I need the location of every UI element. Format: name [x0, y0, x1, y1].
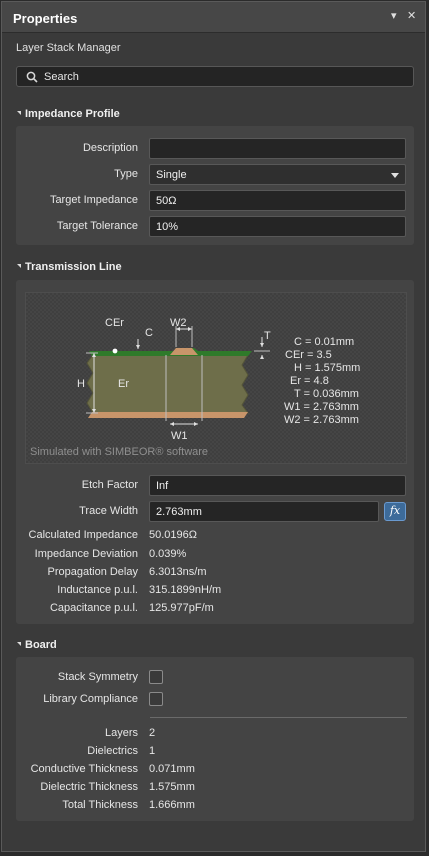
- param-h: H = 1.575mm: [294, 362, 361, 374]
- diagram-label-t: T: [264, 330, 271, 342]
- section-header-impedance-profile[interactable]: Impedance Profile: [17, 108, 120, 120]
- diagram-parameter-list: C = 0.01mm CEr = 3.5 H = 1.575mm Er = 4.…: [284, 336, 360, 427]
- param-c: C = 0.01mm: [294, 336, 355, 348]
- board-stat-label: Layers: [104, 727, 138, 739]
- section-header-board[interactable]: Board: [17, 639, 57, 651]
- panel-titlebar: Properties ▾ ✕: [2, 2, 425, 33]
- param-er: Er = 4.8: [290, 375, 329, 387]
- panel-title: Properties: [13, 11, 78, 26]
- stack-symmetry-checkbox[interactable]: [149, 670, 163, 684]
- result-value: 50.0196Ω: [149, 529, 197, 541]
- target-tolerance-field[interactable]: 10%: [149, 216, 406, 237]
- board-stat-label: Dielectric Thickness: [40, 781, 138, 793]
- trace-width-label: Trace Width: [79, 505, 138, 517]
- formula-button[interactable]: fx: [384, 502, 406, 521]
- board-stat-label: Total Thickness: [62, 799, 138, 811]
- diagram-label-w2: W2: [170, 317, 187, 329]
- transmission-line-diagram: CEr C W2 T H Er W1 C = 0.01mm CEr = 3.5 …: [25, 292, 407, 464]
- result-label: Impedance Deviation: [34, 548, 138, 560]
- stack-symmetry-label: Stack Symmetry: [57, 671, 138, 683]
- etch-factor-label: Etch Factor: [81, 479, 138, 491]
- section-header-transmission-line[interactable]: Transmission Line: [17, 261, 122, 273]
- board-stat-value: 1.666mm: [149, 799, 195, 811]
- simulation-credit: Simulated with SIMBEOR® software: [30, 446, 209, 458]
- type-label: Type: [114, 168, 138, 180]
- param-w2: W2 = 2.763mm: [284, 414, 359, 426]
- collapse-triangle-icon: [17, 111, 21, 115]
- target-impedance-field[interactable]: 50Ω: [149, 190, 406, 211]
- collapse-triangle-icon: [17, 264, 21, 268]
- trace-width-field[interactable]: 2.763mm: [149, 501, 379, 522]
- pin-menu-icon[interactable]: ▾: [391, 10, 397, 23]
- target-impedance-label: Target Impedance: [49, 194, 138, 206]
- board-stat-label: Dielectrics: [87, 745, 138, 757]
- result-value: 0.039%: [149, 548, 187, 560]
- close-icon[interactable]: ✕: [407, 10, 416, 23]
- description-label: Description: [82, 142, 138, 154]
- chevron-down-icon: [391, 173, 399, 178]
- param-cer: CEr = 3.5: [285, 349, 332, 361]
- diagram-label-er: Er: [118, 378, 129, 390]
- description-field[interactable]: [149, 138, 406, 159]
- etch-factor-field[interactable]: Inf: [149, 475, 406, 496]
- board-stat-value: 2: [149, 727, 156, 739]
- result-label: Capacitance p.u.l.: [49, 602, 138, 614]
- result-value: 315.1899nH/m: [149, 584, 222, 596]
- param-w1: W1 = 2.763mm: [284, 401, 359, 413]
- result-label: Propagation Delay: [47, 566, 138, 578]
- board-stat-value: 0.071mm: [149, 763, 195, 775]
- diagram-label-c: C: [145, 327, 153, 339]
- section-divider: [150, 717, 407, 718]
- board-stat-label: Conductive Thickness: [30, 763, 138, 775]
- search-icon: [26, 71, 38, 83]
- param-t: T = 0.036mm: [294, 388, 359, 400]
- library-compliance-checkbox[interactable]: [149, 692, 163, 706]
- result-value: 125.977pF/m: [149, 602, 214, 614]
- result-value: 6.3013ns/m: [149, 566, 207, 578]
- board-stat-value: 1.575mm: [149, 781, 195, 793]
- search-input[interactable]: Search: [16, 66, 414, 87]
- result-label: Calculated Impedance: [28, 529, 138, 541]
- search-placeholder: Search: [44, 71, 79, 83]
- diagram-label-h: H: [77, 378, 85, 390]
- diagram-label-cer: CEr: [105, 317, 124, 329]
- collapse-triangle-icon: [17, 642, 21, 646]
- target-tolerance-label: Target Tolerance: [56, 220, 138, 232]
- library-compliance-label: Library Compliance: [43, 693, 138, 705]
- properties-panel: Properties ▾ ✕ Layer Stack Manager Searc…: [1, 1, 426, 852]
- diagram-label-w1: W1: [171, 430, 188, 442]
- result-label: Inductance p.u.l.: [57, 584, 138, 596]
- panel-subtitle: Layer Stack Manager: [16, 42, 121, 54]
- board-stat-value: 1: [149, 745, 156, 757]
- type-select[interactable]: Single: [149, 164, 406, 185]
- type-select-value: Single: [156, 169, 187, 181]
